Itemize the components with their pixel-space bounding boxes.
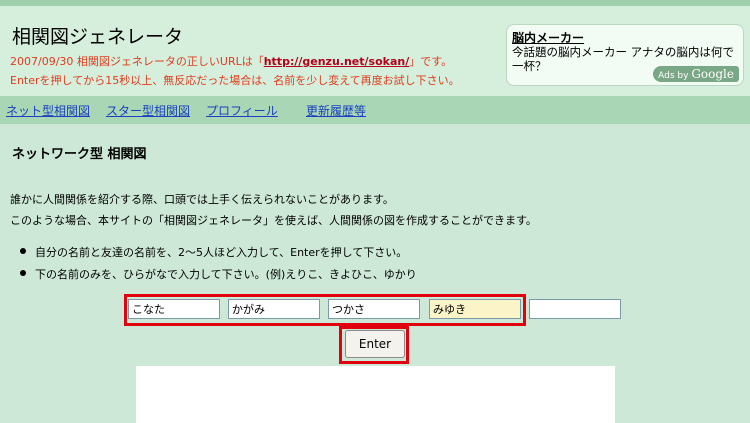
ads-by-label: Ads by	[658, 71, 689, 81]
page-title: ネットワーク型 相関図	[12, 147, 147, 162]
intro-text-2: このような場合、本サイトの「相関図ジェネレータ」を使えば、人間関係の図を作成する…	[10, 214, 537, 227]
nav-profile[interactable]: プロフィール	[206, 102, 278, 119]
site-title: 相関図ジェネレータ	[12, 26, 184, 48]
ad-box[interactable]: 脳内メーカー 今話題の脳内メーカー アナタの脳内は何で一杯？ Ads by Go…	[506, 24, 744, 86]
instruction-list: 自分の名前と友達の名前を、2〜5人ほど入力して、Enterを押して下さい。 下の…	[20, 244, 417, 288]
ad-title-link[interactable]: 脳内メーカー	[512, 29, 584, 46]
name-input-4[interactable]	[429, 299, 521, 319]
name-input-5[interactable]	[529, 299, 621, 319]
intro-text-1: 誰かに人間関係を紹介する際、口頭では上手く伝えられないことがあります。	[10, 193, 394, 206]
name-input-2[interactable]	[228, 299, 320, 319]
retry-notice: Enterを押してから15秒以上、無反応だった場合は、名前を少し変えて再度お試し…	[10, 74, 460, 87]
name-input-1[interactable]	[128, 299, 220, 319]
instruction-item: 自分の名前と友達の名前を、2〜5人ほど入力して、Enterを押して下さい。	[20, 244, 417, 266]
chart-output-area	[136, 366, 615, 423]
ads-by-google-badge[interactable]: Ads by Google	[653, 66, 739, 82]
site-header: 相関図ジェネレータ 2007/09/30 相関図ジェネレータの正しいURLは「h…	[0, 6, 750, 96]
enter-button[interactable]: Enter	[345, 330, 405, 358]
nav-bar: ネット型相関図 スター型相関図 プロフィール 更新履歴等	[0, 96, 750, 124]
nav-update-history[interactable]: 更新履歴等	[306, 102, 366, 119]
google-logo: Google	[691, 67, 734, 81]
url-notice-suffix: 」です。	[409, 55, 453, 68]
instruction-item: 下の名前のみを、ひらがなで入力して下さい。(例)えりこ、きよひこ、ゆかり	[20, 266, 417, 288]
name-input-3[interactable]	[328, 299, 420, 319]
url-notice-prefix: 2007/09/30 相関図ジェネレータの正しいURLは「	[10, 55, 264, 68]
nav-star-chart[interactable]: スター型相関図	[106, 102, 190, 119]
site-url-link[interactable]: http://genzu.net/sokan/	[264, 55, 410, 68]
nav-network-chart[interactable]: ネット型相関図	[6, 102, 90, 119]
url-notice: 2007/09/30 相関図ジェネレータの正しいURLは「http://genz…	[10, 53, 452, 69]
main-content: ネットワーク型 相関図 誰かに人間関係を紹介する際、口頭では上手く伝えられないこ…	[0, 124, 750, 423]
